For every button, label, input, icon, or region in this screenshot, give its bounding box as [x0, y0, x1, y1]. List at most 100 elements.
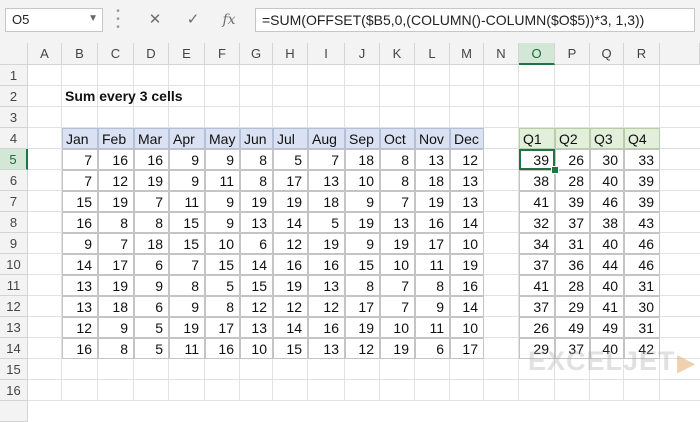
data-cell[interactable]: 13 [450, 191, 484, 212]
data-cell[interactable]: 6 [134, 254, 169, 275]
month-header[interactable]: Jan [62, 128, 98, 149]
data-cell[interactable]: 18 [134, 233, 169, 254]
data-cell[interactable]: 17 [450, 338, 484, 359]
result-cell[interactable]: 41 [519, 191, 555, 212]
data-cell[interactable]: 13 [62, 275, 98, 296]
data-cell[interactable]: 8 [169, 275, 205, 296]
data-cell[interactable]: 16 [62, 338, 98, 359]
result-cell[interactable]: 41 [590, 296, 624, 317]
data-cell[interactable]: 15 [240, 275, 273, 296]
fill-handle[interactable] [551, 166, 559, 174]
data-cell[interactable]: 12 [240, 296, 273, 317]
data-cell[interactable]: 7 [308, 149, 345, 170]
result-cell[interactable]: 44 [590, 254, 624, 275]
data-cell[interactable]: 16 [134, 149, 169, 170]
row-header-12[interactable]: 12 [0, 296, 28, 317]
result-cell[interactable]: 31 [624, 275, 660, 296]
data-cell[interactable]: 17 [415, 233, 450, 254]
data-cell[interactable]: 19 [98, 191, 134, 212]
row-header-16[interactable]: 16 [0, 380, 28, 401]
data-cell[interactable]: 18 [308, 191, 345, 212]
column-header-q[interactable]: Q [590, 43, 624, 65]
data-cell[interactable]: 6 [134, 296, 169, 317]
insert-function-button[interactable]: fx [216, 8, 242, 32]
row-header-1[interactable]: 1 [0, 65, 28, 86]
data-cell[interactable]: 17 [273, 170, 308, 191]
data-cell[interactable]: 12 [308, 296, 345, 317]
data-cell[interactable]: 18 [345, 149, 380, 170]
check-icon[interactable]: ✓ [180, 8, 206, 32]
data-cell[interactable]: 8 [380, 149, 415, 170]
data-cell[interactable]: 5 [308, 212, 345, 233]
data-cell[interactable]: 13 [415, 149, 450, 170]
column-header-f[interactable]: F [205, 43, 240, 65]
data-cell[interactable]: 16 [98, 149, 134, 170]
result-cell[interactable]: 34 [519, 233, 555, 254]
data-cell[interactable]: 11 [169, 338, 205, 359]
data-cell[interactable]: 13 [380, 212, 415, 233]
data-cell[interactable]: 17 [205, 317, 240, 338]
data-cell[interactable]: 12 [273, 233, 308, 254]
data-cell[interactable]: 13 [450, 170, 484, 191]
row-header-11[interactable]: 11 [0, 275, 28, 296]
month-header[interactable]: Apr [169, 128, 205, 149]
data-cell[interactable]: 7 [98, 233, 134, 254]
result-cell[interactable]: 49 [590, 317, 624, 338]
month-header[interactable]: Dec [450, 128, 484, 149]
formula-input[interactable]: =SUM(OFFSET($B5,0,(COLUMN()-COLUMN($O$5)… [255, 8, 695, 32]
result-cell[interactable]: 38 [519, 170, 555, 191]
data-cell[interactable]: 14 [273, 317, 308, 338]
column-header-k[interactable]: K [380, 43, 415, 65]
month-header[interactable]: Mar [134, 128, 169, 149]
data-cell[interactable]: 13 [308, 338, 345, 359]
quarter-header[interactable]: Q2 [555, 128, 590, 149]
column-header-c[interactable]: C [98, 43, 134, 65]
row-header-14[interactable]: 14 [0, 338, 28, 359]
column-header-b[interactable]: B [62, 43, 98, 65]
month-header[interactable]: Aug [308, 128, 345, 149]
data-cell[interactable]: 16 [273, 254, 308, 275]
row-header-5[interactable]: 5 [0, 149, 28, 170]
data-cell[interactable]: 19 [240, 191, 273, 212]
data-cell[interactable]: 12 [345, 338, 380, 359]
data-cell[interactable]: 11 [415, 317, 450, 338]
data-cell[interactable]: 19 [98, 275, 134, 296]
data-cell[interactable]: 10 [205, 233, 240, 254]
data-cell[interactable]: 12 [98, 170, 134, 191]
result-cell[interactable]: 32 [519, 212, 555, 233]
data-cell[interactable]: 7 [380, 191, 415, 212]
data-cell[interactable]: 13 [308, 275, 345, 296]
data-cell[interactable]: 15 [273, 338, 308, 359]
data-cell[interactable]: 9 [345, 233, 380, 254]
data-cell[interactable]: 14 [450, 296, 484, 317]
data-cell[interactable]: 16 [308, 317, 345, 338]
data-cell[interactable]: 10 [450, 317, 484, 338]
data-cell[interactable]: 15 [169, 212, 205, 233]
month-header[interactable]: Feb [98, 128, 134, 149]
data-cell[interactable]: 15 [345, 254, 380, 275]
data-cell[interactable]: 16 [450, 275, 484, 296]
result-cell[interactable]: 40 [590, 233, 624, 254]
active-cell[interactable]: 39 [519, 149, 555, 170]
row-header-7[interactable]: 7 [0, 191, 28, 212]
data-cell[interactable]: 11 [169, 191, 205, 212]
result-cell[interactable]: 29 [555, 296, 590, 317]
data-cell[interactable]: 18 [98, 296, 134, 317]
result-cell[interactable]: 39 [624, 191, 660, 212]
data-cell[interactable]: 9 [62, 233, 98, 254]
month-header[interactable]: Jul [273, 128, 308, 149]
chevron-down-icon[interactable]: ▼ [88, 13, 98, 24]
data-cell[interactable]: 8 [98, 338, 134, 359]
row-header-8[interactable]: 8 [0, 212, 28, 233]
data-cell[interactable]: 5 [134, 338, 169, 359]
data-cell[interactable]: 7 [62, 149, 98, 170]
result-cell[interactable]: 39 [624, 170, 660, 191]
data-cell[interactable]: 6 [415, 338, 450, 359]
result-cell[interactable]: 31 [624, 317, 660, 338]
data-cell[interactable]: 13 [240, 317, 273, 338]
data-cell[interactable]: 13 [62, 296, 98, 317]
data-cell[interactable]: 19 [273, 275, 308, 296]
data-cell[interactable]: 10 [450, 233, 484, 254]
data-cell[interactable]: 19 [273, 191, 308, 212]
data-cell[interactable]: 9 [345, 191, 380, 212]
